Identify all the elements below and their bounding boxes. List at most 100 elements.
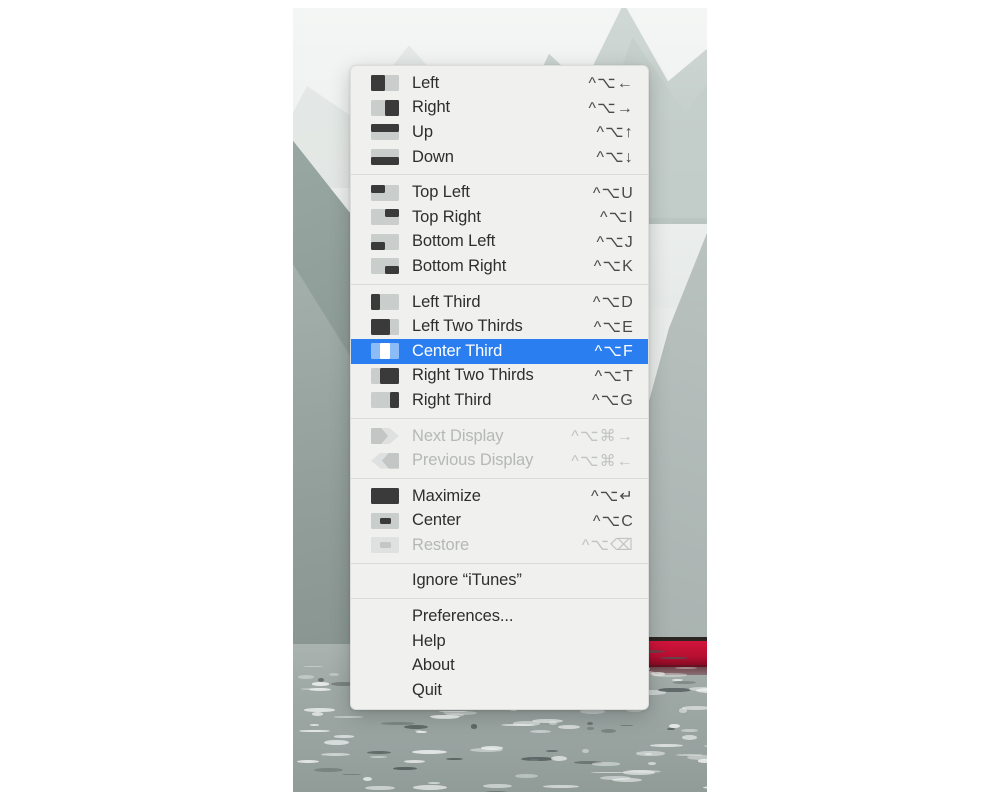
icon-fill [385, 99, 399, 116]
half-left-icon [371, 75, 399, 92]
menu-item-right-two-thirds[interactable]: Right Two Thirds ^⌥T [351, 364, 648, 389]
menu-item-ignore-itunes[interactable]: Ignore “iTunes” [351, 569, 648, 594]
menu-item-shortcut: ^⌥T [594, 367, 634, 385]
third-right-icon [371, 392, 399, 409]
third-left-icon [371, 294, 399, 311]
icon-fill [371, 241, 385, 250]
menu-item-label: Maximize [412, 486, 481, 505]
icon-fill [371, 75, 385, 92]
menu-item-shortcut: ^⌥→ [588, 99, 634, 117]
menu-item-top-left[interactable]: Top Left ^⌥U [351, 180, 648, 205]
menu-item-shortcut: ^⌥⌫ [581, 537, 634, 555]
icon-fill [371, 124, 399, 133]
menu-item-label: Center [412, 511, 461, 530]
half-right-icon [371, 99, 399, 116]
menu-item-label: Left [412, 73, 440, 92]
menu-item-label: Center Third [412, 341, 503, 360]
menu-item-label: Right Two Thirds [412, 366, 534, 385]
menu-item-label: Up [412, 122, 433, 141]
menu-item-shortcut: ^⌥↓ [596, 149, 634, 167]
icon-fill [385, 266, 399, 275]
menu-item-quit[interactable]: Quit [351, 678, 648, 703]
menu-separator [351, 598, 648, 600]
two-thirds-left-icon [371, 318, 399, 335]
menu-item-shortcut: ^⌥G [592, 392, 634, 410]
menu-item-shortcut: ^⌥K [593, 258, 634, 276]
rectangle-context-menu[interactable]: Left ^⌥← Right ^⌥→ Up ^⌥↑ Down ^⌥↓ Top Left ^⌥U To… [350, 65, 649, 710]
third-center-icon [371, 343, 399, 360]
quad-bottom-right-icon [371, 258, 399, 275]
menu-item-label: Left Third [412, 292, 481, 311]
menu-separator [351, 174, 648, 176]
screen: Left ^⌥← Right ^⌥→ Up ^⌥↑ Down ^⌥↓ Top Left ^⌥U To… [0, 0, 1000, 800]
icon-fill [380, 367, 399, 384]
maximize-icon [371, 488, 399, 505]
two-thirds-right-icon [371, 367, 399, 384]
icon-fill [379, 542, 391, 549]
menu-item-label: Ignore “iTunes” [412, 571, 522, 590]
menu-item-label: Left Two Thirds [412, 317, 523, 336]
menu-item-label: Right Third [412, 390, 492, 409]
menu-item-shortcut: ^⌥← [588, 75, 634, 93]
restore-icon [371, 537, 399, 554]
menu-item-right[interactable]: Right ^⌥→ [351, 96, 648, 121]
menu-item-label: Next Display [412, 426, 504, 445]
menu-item-help[interactable]: Help [351, 629, 648, 654]
center-icon [371, 512, 399, 529]
display-next-arrow-icon [371, 428, 399, 445]
menu-item-label: About [412, 656, 455, 675]
menu-item-down[interactable]: Down ^⌥↓ [351, 145, 648, 170]
quad-top-left-icon [371, 184, 399, 201]
icon-fill [380, 343, 390, 360]
menu-item-up[interactable]: Up ^⌥↑ [351, 120, 648, 145]
menu-item-preferences[interactable]: Preferences... [351, 604, 648, 629]
menu-item-top-right[interactable]: Top Right ^⌥I [351, 205, 648, 230]
menu-item-label: Down [412, 147, 454, 166]
icon-fill [371, 157, 399, 166]
menu-separator [351, 477, 648, 479]
menu-item-bottom-left[interactable]: Bottom Left ^⌥J [351, 230, 648, 255]
quad-bottom-left-icon [371, 233, 399, 250]
menu-item-maximize[interactable]: Maximize ^⌥↵ [351, 484, 648, 509]
menu-item-label: Preferences... [412, 607, 514, 626]
menu-item-label: Bottom Right [412, 256, 507, 275]
menu-item-next-display: Next Display ^⌥⌘→ [351, 424, 648, 449]
menu-item-label: Right [412, 98, 451, 117]
menu-item-label: Top Right [412, 207, 481, 226]
quad-top-right-icon [371, 209, 399, 226]
menu-separator [351, 283, 648, 285]
menu-item-left-two-thirds[interactable]: Left Two Thirds ^⌥E [351, 314, 648, 339]
menu-item-center-third[interactable]: Center Third ^⌥F [351, 338, 648, 364]
menu-item-label: Restore [412, 535, 470, 554]
menu-item-shortcut: ^⌥E [593, 318, 634, 336]
menu-item-shortcut: ^⌥F [594, 343, 634, 361]
menu-item-shortcut: ^⌥D [592, 294, 634, 312]
menu-item-shortcut: ^⌥↑ [596, 124, 634, 142]
menu-item-shortcut: ^⌥C [592, 512, 634, 530]
menu-item-label: Bottom Left [412, 232, 496, 251]
display-previous-arrow-icon [371, 452, 399, 469]
menu-item-shortcut: ^⌥↵ [591, 488, 634, 506]
menu-item-shortcut: ^⌥U [592, 184, 634, 202]
half-up-icon [371, 124, 399, 141]
icon-fill [371, 184, 385, 193]
menu-separator [351, 562, 648, 564]
menu-separator [351, 417, 648, 419]
icon-fill [389, 392, 399, 409]
menu-item-about[interactable]: About [351, 653, 648, 678]
menu-item-left[interactable]: Left ^⌥← [351, 71, 648, 96]
menu-item-bottom-right[interactable]: Bottom Right ^⌥K [351, 254, 648, 279]
menu-item-center[interactable]: Center ^⌥C [351, 509, 648, 534]
icon-fill [379, 517, 391, 524]
menu-item-label: Previous Display [412, 451, 534, 470]
menu-item-label: Quit [412, 680, 442, 699]
menu-item-shortcut: ^⌥J [596, 233, 634, 251]
menu-item-shortcut: ^⌥I [600, 209, 634, 227]
menu-item-label: Help [412, 631, 446, 650]
icon-fill [371, 318, 390, 335]
menu-item-right-third[interactable]: Right Third ^⌥G [351, 388, 648, 413]
menu-item-label: Top Left [412, 183, 470, 202]
menu-item-left-third[interactable]: Left Third ^⌥D [351, 290, 648, 315]
icon-fill [371, 294, 381, 311]
menu-item-restore: Restore ^⌥⌫ [351, 533, 648, 558]
